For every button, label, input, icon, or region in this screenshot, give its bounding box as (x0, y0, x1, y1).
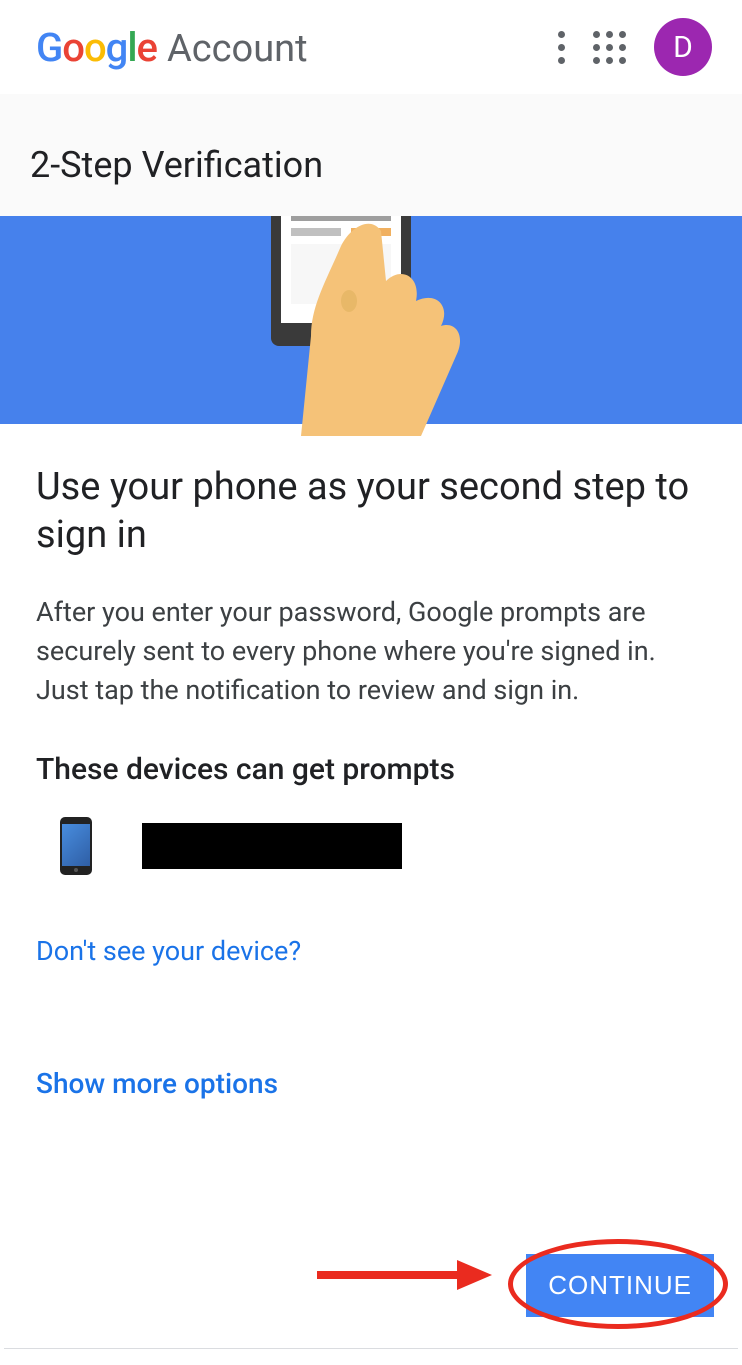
divider (4, 1348, 738, 1349)
page-title: 2-Step Verification (30, 144, 712, 186)
show-more-options-link[interactable]: Show more options (36, 1067, 706, 1100)
main-heading: Use your phone as your second step to si… (36, 464, 706, 559)
account-label: Account (167, 27, 308, 71)
apps-grid-icon[interactable] (593, 31, 626, 64)
continue-button[interactable]: CONTINUE (526, 1254, 714, 1317)
avatar[interactable]: D (654, 18, 712, 76)
app-header: Google Account D (0, 0, 742, 94)
dont-see-device-link[interactable]: Don't see your device? (36, 935, 706, 967)
main-description: After you enter your password, Google pr… (36, 593, 706, 710)
footer-actions: CONTINUE (28, 1254, 714, 1317)
hero-banner (0, 216, 742, 424)
avatar-initial: D (673, 30, 693, 65)
device-name-redacted (142, 823, 402, 869)
header-actions: D (558, 18, 712, 76)
page-subheader: 2-Step Verification (0, 94, 742, 216)
google-logo: Google (36, 24, 157, 71)
devices-heading: These devices can get prompts (36, 752, 706, 787)
phone-icon (60, 817, 92, 875)
logo-group: Google Account (36, 24, 308, 71)
main-content: Use your phone as your second step to si… (0, 424, 742, 1100)
more-vert-icon[interactable] (558, 31, 565, 64)
device-row (60, 817, 706, 875)
